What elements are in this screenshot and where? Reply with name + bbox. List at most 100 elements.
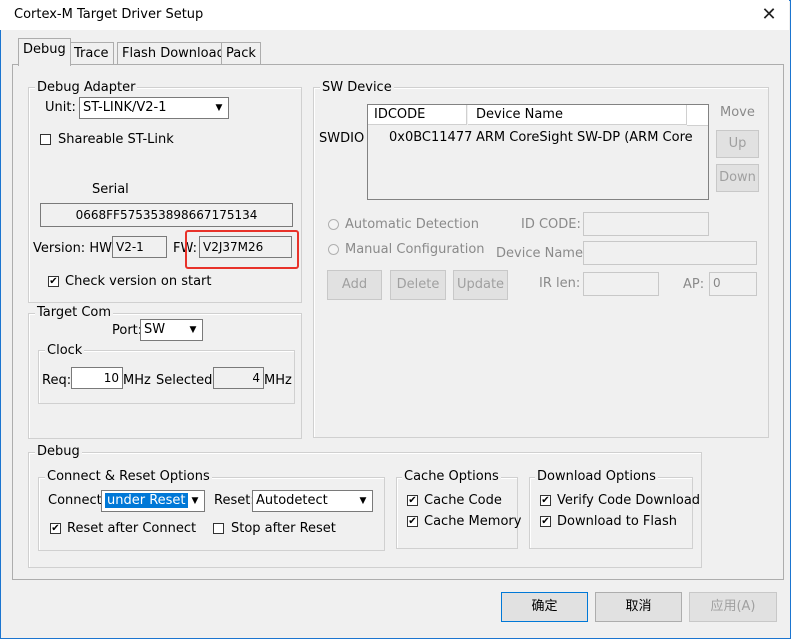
chevron-down-icon: ▼ <box>215 103 223 113</box>
reset-label: Reset: <box>214 493 255 508</box>
checkmark-icon: ✔ <box>541 495 550 506</box>
hw-field[interactable]: V2-1 <box>112 236 167 258</box>
auto-detection-label: Automatic Detection <box>345 217 479 232</box>
swdio-label: SWDIO <box>319 131 365 146</box>
req-value: 10 <box>103 371 119 385</box>
ir-len-label: IR len: <box>539 276 581 291</box>
cache-memory-checkbox[interactable]: ✔ <box>407 516 418 527</box>
shareable-label: Shareable ST-Link <box>58 132 174 147</box>
tab-debug[interactable]: Debug <box>18 38 71 66</box>
serial-field[interactable]: 0668FF575353898667175134 <box>40 203 293 227</box>
connect-select[interactable]: under Reset ▼ <box>101 490 205 512</box>
req-label: Req: <box>42 373 72 388</box>
chevron-down-icon: ▼ <box>359 496 367 506</box>
cache-options-group <box>396 477 518 549</box>
connect-reset-group <box>38 477 385 551</box>
manual-config-label: Manual Configuration <box>345 242 485 257</box>
reset-after-connect-checkbox[interactable]: ✔ <box>50 523 61 534</box>
move-down-button[interactable]: Down <box>716 164 759 192</box>
chevron-down-icon: ▼ <box>189 325 197 335</box>
device-name-label: Device Name: <box>496 246 588 261</box>
selected-field[interactable]: 4 <box>213 367 264 389</box>
move-label: Move <box>720 105 755 120</box>
req-unit: MHz <box>123 373 151 388</box>
row-idcode[interactable]: 0x0BC11477 <box>389 130 472 145</box>
checkmark-icon: ✔ <box>49 276 58 287</box>
ok-button[interactable]: 确定 <box>501 592 588 622</box>
reset-value: Autodetect <box>256 493 328 508</box>
move-up-button[interactable]: Up <box>716 130 759 158</box>
connect-value: under Reset <box>105 493 188 508</box>
port-label: Port: <box>112 323 143 338</box>
cache-memory-label: Cache Memory <box>424 514 522 529</box>
serial-value: 0668FF575353898667175134 <box>75 208 258 222</box>
port-select[interactable]: SW ▼ <box>140 319 203 341</box>
shareable-checkbox[interactable] <box>40 134 51 145</box>
debug-adapter-label: Debug Adapter <box>35 80 138 95</box>
reset-select[interactable]: Autodetect ▼ <box>252 490 373 512</box>
update-button[interactable]: Update <box>453 270 508 300</box>
cache-options-label: Cache Options <box>402 469 501 484</box>
auto-detection-radio[interactable] <box>328 219 339 230</box>
checkmark-icon: ✔ <box>408 495 417 506</box>
id-code-field[interactable] <box>583 212 709 236</box>
verify-code-label: Verify Code Download <box>557 493 701 508</box>
checkmark-icon: ✔ <box>541 516 550 527</box>
highlight-box <box>185 230 299 269</box>
cache-code-checkbox[interactable]: ✔ <box>407 495 418 506</box>
connect-label: Connect: <box>48 493 107 508</box>
sw-device-list[interactable]: IDCODE Device Name 0x0BC11477 ARM CoreSi… <box>367 104 709 200</box>
download-options-group <box>529 477 693 549</box>
port-value: SW <box>144 322 166 337</box>
apply-button[interactable]: 应用(A) <box>689 592 777 622</box>
stop-after-reset-label: Stop after Reset <box>231 521 336 536</box>
selected-value: 4 <box>252 371 260 385</box>
manual-config-radio[interactable] <box>328 244 339 255</box>
col-idcode-header[interactable]: IDCODE <box>368 105 467 125</box>
selected-unit: MHz <box>264 373 292 388</box>
debug-group-label: Debug <box>35 444 82 459</box>
ap-label: AP: <box>683 277 705 292</box>
stop-after-reset-checkbox[interactable] <box>213 523 224 534</box>
debug-adapter-group <box>28 87 302 303</box>
download-options-label: Download Options <box>535 469 658 484</box>
download-flash-label: Download to Flash <box>557 514 678 529</box>
chevron-down-icon: ▼ <box>191 496 199 506</box>
sw-device-label: SW Device <box>320 80 394 95</box>
tab-trace[interactable]: Trace <box>69 42 114 65</box>
unit-label: Unit: <box>45 100 76 115</box>
tab-pack[interactable]: Pack <box>221 42 261 65</box>
checkmark-icon: ✔ <box>51 523 60 534</box>
device-name-field[interactable] <box>583 241 757 265</box>
ap-field[interactable]: 0 <box>709 272 757 296</box>
cancel-button[interactable]: 取消 <box>595 592 682 622</box>
unit-select[interactable]: ST-LINK/V2-1 ▼ <box>79 97 229 119</box>
selected-label: Selected: <box>156 373 217 388</box>
check-version-checkbox[interactable]: ✔ <box>48 276 59 287</box>
clock-label: Clock <box>45 343 85 358</box>
delete-button[interactable]: Delete <box>390 270 446 300</box>
row-device-name[interactable]: ARM CoreSight SW-DP (ARM Core <box>476 130 693 145</box>
add-button[interactable]: Add <box>327 270 382 300</box>
tab-flash-download[interactable]: Flash Download <box>117 42 230 65</box>
verify-code-checkbox[interactable]: ✔ <box>540 495 551 506</box>
unit-value: ST-LINK/V2-1 <box>83 100 167 115</box>
id-code-label: ID CODE: <box>521 217 581 232</box>
version-hw-label: Version: HW: <box>33 241 116 256</box>
reset-after-connect-label: Reset after Connect <box>67 521 197 536</box>
req-field[interactable]: 10 <box>71 367 123 389</box>
target-com-label: Target Com <box>35 305 114 320</box>
col-filler-header <box>687 105 708 126</box>
connect-reset-label: Connect & Reset Options <box>45 469 212 484</box>
check-version-label: Check version on start <box>65 274 212 289</box>
serial-label: Serial <box>92 182 129 197</box>
window-title: Cortex-M Target Driver Setup <box>14 7 204 22</box>
hw-value: V2-1 <box>116 240 144 254</box>
col-device-name-header[interactable]: Device Name <box>468 105 687 125</box>
ap-value: 0 <box>713 276 721 290</box>
checkmark-icon: ✔ <box>408 516 417 527</box>
ir-len-field[interactable] <box>583 272 659 296</box>
cache-code-label: Cache Code <box>424 493 502 508</box>
download-flash-checkbox[interactable]: ✔ <box>540 516 551 527</box>
close-icon[interactable]: ✕ <box>758 4 780 26</box>
